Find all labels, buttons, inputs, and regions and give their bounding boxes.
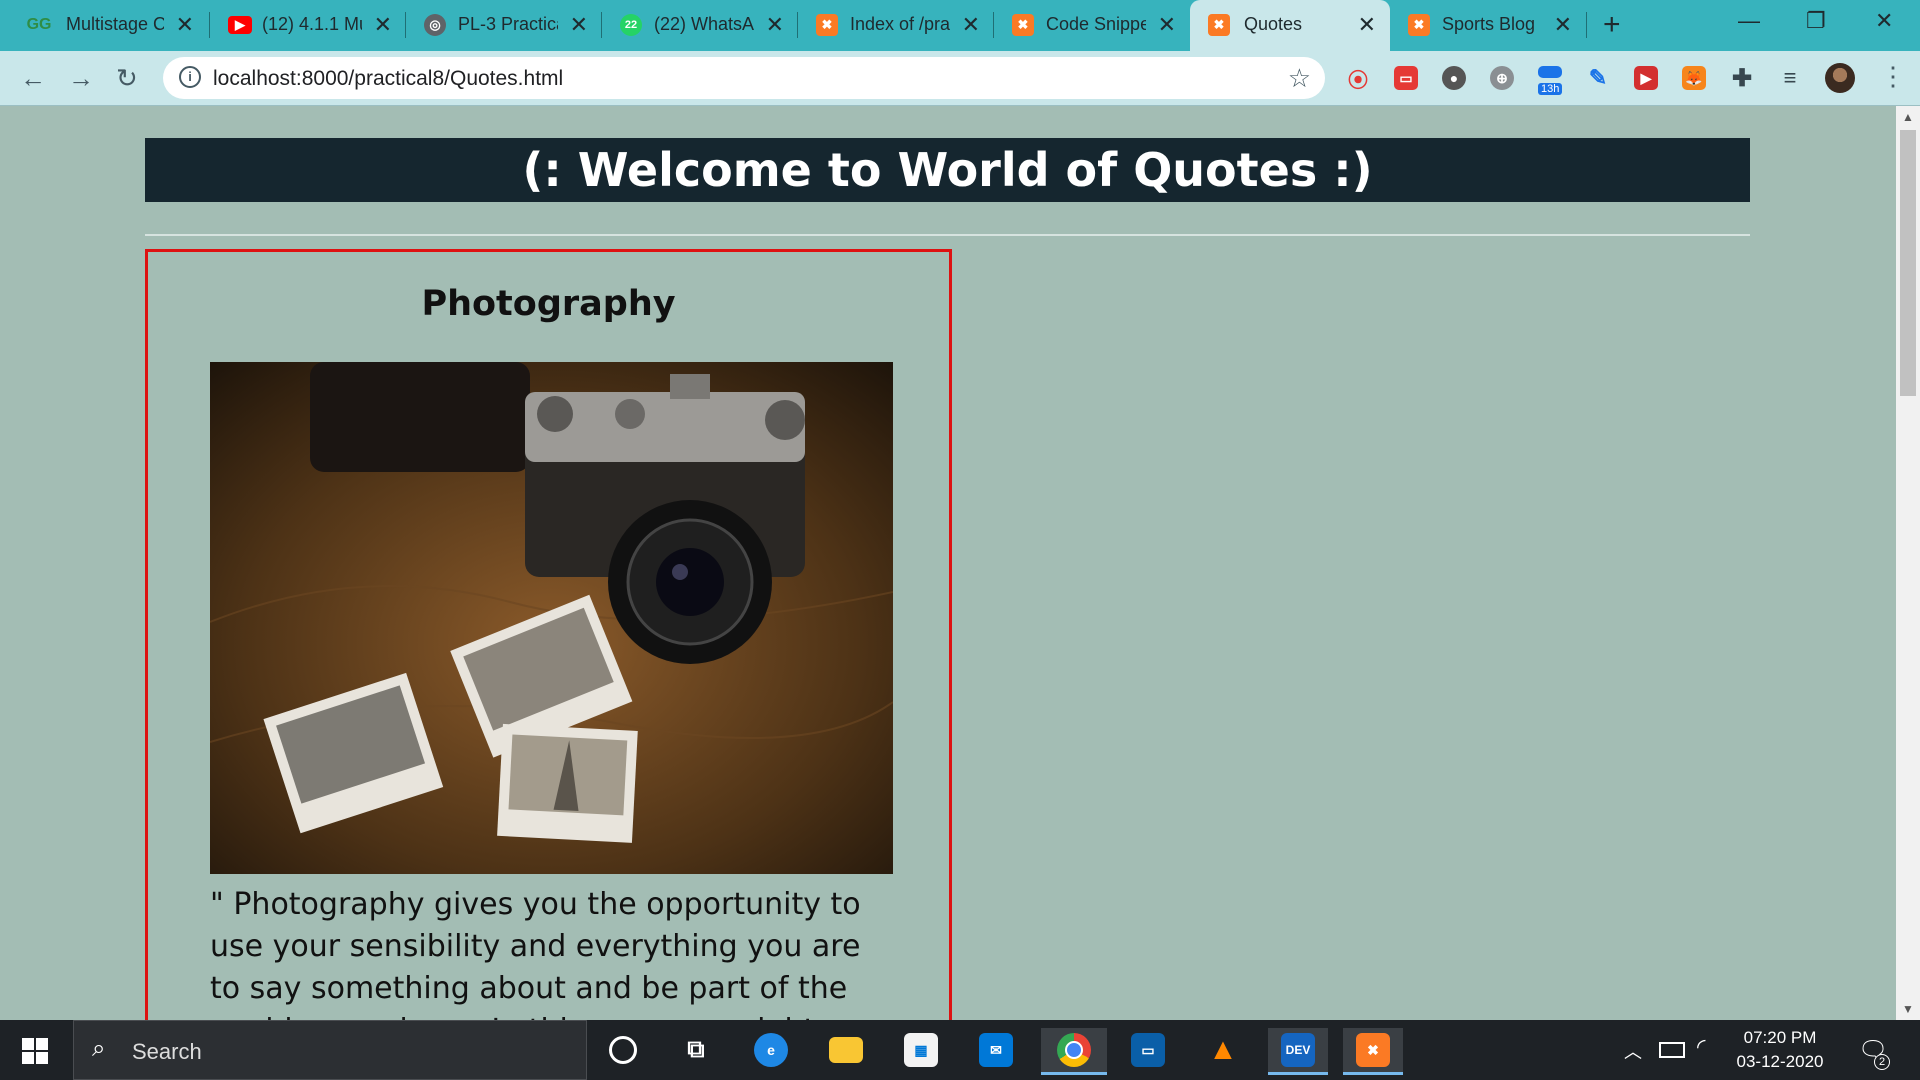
camera-photo bbox=[210, 362, 893, 874]
calendar-extension-icon[interactable] bbox=[1538, 66, 1562, 78]
bookmark-star-icon[interactable]: ☆ bbox=[1288, 63, 1311, 94]
tab-label: (12) 4.1.1 Mu bbox=[262, 14, 362, 34]
laptop-app-icon[interactable]: ▭ bbox=[1118, 1028, 1178, 1072]
scroll-down-icon[interactable]: ▼ bbox=[1902, 1002, 1914, 1016]
player-extension-icon[interactable]: ▶ bbox=[1634, 66, 1658, 90]
search-icon: ⌕ bbox=[92, 1035, 106, 1062]
video-extension-icon[interactable]: ▭ bbox=[1394, 66, 1418, 90]
chrome-icon[interactable] bbox=[1041, 1028, 1107, 1075]
scroll-thumb[interactable] bbox=[1900, 130, 1916, 396]
tab-whatsapp[interactable]: 22 (22) WhatsA ✕ bbox=[602, 0, 798, 51]
xampp-icon[interactable]: ✖ bbox=[1343, 1028, 1403, 1075]
back-button[interactable]: ← bbox=[20, 63, 46, 94]
record-extension-icon[interactable]: ● bbox=[1442, 66, 1466, 90]
browser-toolbar: ← → ↻ i localhost:8000/practical8/Quotes… bbox=[0, 51, 1920, 106]
tab-pl3[interactable]: ◎ PL-3 Practica ✕ bbox=[406, 0, 602, 51]
file-explorer-icon[interactable] bbox=[816, 1028, 876, 1072]
search-placeholder: Search bbox=[132, 1039, 202, 1064]
more-menu-icon[interactable]: ⋮ bbox=[1880, 61, 1906, 92]
edge-icon[interactable]: e bbox=[741, 1028, 801, 1072]
clock-date: 03-12-2020 bbox=[1736, 1052, 1824, 1071]
tab-label: Multistage C bbox=[66, 14, 164, 34]
forward-button[interactable]: → bbox=[68, 63, 94, 94]
mail-icon[interactable]: ✉ bbox=[966, 1028, 1026, 1072]
close-icon[interactable]: ✕ bbox=[176, 12, 194, 38]
tab-code-snippets[interactable]: ✖ Code Snippe ✕ bbox=[994, 0, 1190, 51]
address-bar[interactable]: i localhost:8000/practical8/Quotes.html … bbox=[163, 57, 1325, 99]
metamask-icon[interactable]: 🦊 bbox=[1682, 66, 1706, 90]
devcpp-icon[interactable]: DEV bbox=[1268, 1028, 1328, 1075]
close-window-button[interactable]: ✕ bbox=[1875, 8, 1893, 34]
reload-button[interactable]: ↻ bbox=[116, 63, 138, 94]
globe-icon: ◎ bbox=[424, 14, 446, 36]
scroll-up-icon[interactable]: ▲ bbox=[1902, 110, 1914, 124]
translate-extension-icon[interactable]: ⊕ bbox=[1490, 66, 1514, 90]
tab-multistage[interactable]: GG Multistage C ✕ bbox=[0, 0, 208, 51]
tab-sports-blog[interactable]: ✖ Sports Blog ✕ bbox=[1390, 0, 1586, 51]
media-queue-icon[interactable]: ≡ bbox=[1778, 65, 1802, 90]
xampp-icon: ✖ bbox=[1208, 14, 1230, 36]
extension-badge: 13h bbox=[1538, 83, 1563, 95]
tab-youtube[interactable]: ▶ (12) 4.1.1 Mu ✕ bbox=[210, 0, 406, 51]
wifi-icon[interactable]: ◜ bbox=[1697, 1034, 1706, 1060]
pen-extension-icon[interactable]: ✎ bbox=[1586, 65, 1610, 90]
wifi-extension-icon[interactable]: ⦿ bbox=[1346, 66, 1370, 92]
tab-index-of[interactable]: ✖ Index of /pra ✕ bbox=[798, 0, 994, 51]
new-tab-button[interactable]: + bbox=[1603, 8, 1621, 42]
tab-label: Index of /pra bbox=[850, 14, 950, 34]
chevron-up-icon[interactable]: ︿ bbox=[1624, 1038, 1642, 1064]
store-icon[interactable]: ▦ bbox=[891, 1028, 951, 1072]
tab-label: Code Snippe bbox=[1046, 14, 1146, 34]
divider bbox=[145, 234, 1750, 236]
quote-text: " Photography gives you the opportunity … bbox=[210, 887, 861, 1020]
tab-label: PL-3 Practica bbox=[458, 14, 558, 34]
xampp-icon: ✖ bbox=[816, 14, 838, 36]
clock-time: 07:20 PM bbox=[1743, 1028, 1817, 1047]
avatar[interactable] bbox=[1825, 63, 1855, 93]
page-title: (: Welcome to World of Quotes :) bbox=[145, 138, 1750, 202]
quote-card: Photography " Photography gives you the … bbox=[145, 249, 952, 1020]
geeksforgeeks-icon: GG bbox=[26, 16, 52, 33]
close-icon[interactable]: ✕ bbox=[570, 12, 588, 38]
notification-count: 2 bbox=[1874, 1054, 1890, 1070]
tab-label: (22) WhatsA bbox=[654, 14, 754, 34]
card-title: Photography bbox=[421, 284, 676, 324]
clock[interactable]: 07:20 PM 03-12-2020 bbox=[1730, 1026, 1830, 1074]
restore-button[interactable]: ❐ bbox=[1806, 8, 1826, 34]
xampp-icon: ✖ bbox=[1012, 14, 1034, 36]
vlc-icon[interactable]: ▲ bbox=[1193, 1028, 1253, 1072]
tab-label: Sports Blog bbox=[1442, 14, 1536, 34]
tab-separator bbox=[1586, 12, 1587, 38]
page-scrollbar[interactable]: ▲ ▼ bbox=[1896, 106, 1920, 1020]
cortana-icon[interactable] bbox=[593, 1028, 653, 1072]
windows-start-icon[interactable] bbox=[22, 1038, 48, 1064]
tab-quotes[interactable]: ✖ Quotes ✕ bbox=[1190, 0, 1390, 51]
info-icon[interactable]: i bbox=[179, 66, 201, 88]
taskbar: ⌕ Search ⧉ e ▦ ✉ ▭ ▲ DEV ✖ ︿ ◜ 07:20 PM … bbox=[0, 1020, 1920, 1080]
youtube-icon: ▶ bbox=[228, 16, 252, 34]
extensions-puzzle-icon[interactable]: ✚ bbox=[1730, 65, 1754, 92]
battery-icon[interactable] bbox=[1659, 1042, 1685, 1058]
task-view-icon[interactable]: ⧉ bbox=[666, 1028, 726, 1072]
taskbar-search[interactable]: ⌕ Search bbox=[73, 1020, 587, 1080]
tab-strip: GG Multistage C ✕ ▶ (12) 4.1.1 Mu ✕ ◎ PL… bbox=[0, 0, 1920, 51]
whatsapp-icon: 22 bbox=[620, 14, 642, 36]
minimize-button[interactable]: — bbox=[1738, 8, 1760, 34]
close-icon[interactable]: ✕ bbox=[766, 12, 784, 38]
close-icon[interactable]: ✕ bbox=[374, 12, 392, 38]
xampp-icon: ✖ bbox=[1408, 14, 1430, 36]
tab-label: Quotes bbox=[1244, 14, 1303, 34]
close-icon[interactable]: ✕ bbox=[962, 12, 980, 38]
url-text[interactable]: localhost:8000/practical8/Quotes.html bbox=[213, 67, 563, 91]
close-icon[interactable]: ✕ bbox=[1358, 12, 1376, 38]
close-icon[interactable]: ✕ bbox=[1158, 12, 1176, 38]
close-icon[interactable]: ✕ bbox=[1554, 12, 1572, 38]
page-content: (: Welcome to World of Quotes :) Photogr… bbox=[0, 106, 1896, 1020]
